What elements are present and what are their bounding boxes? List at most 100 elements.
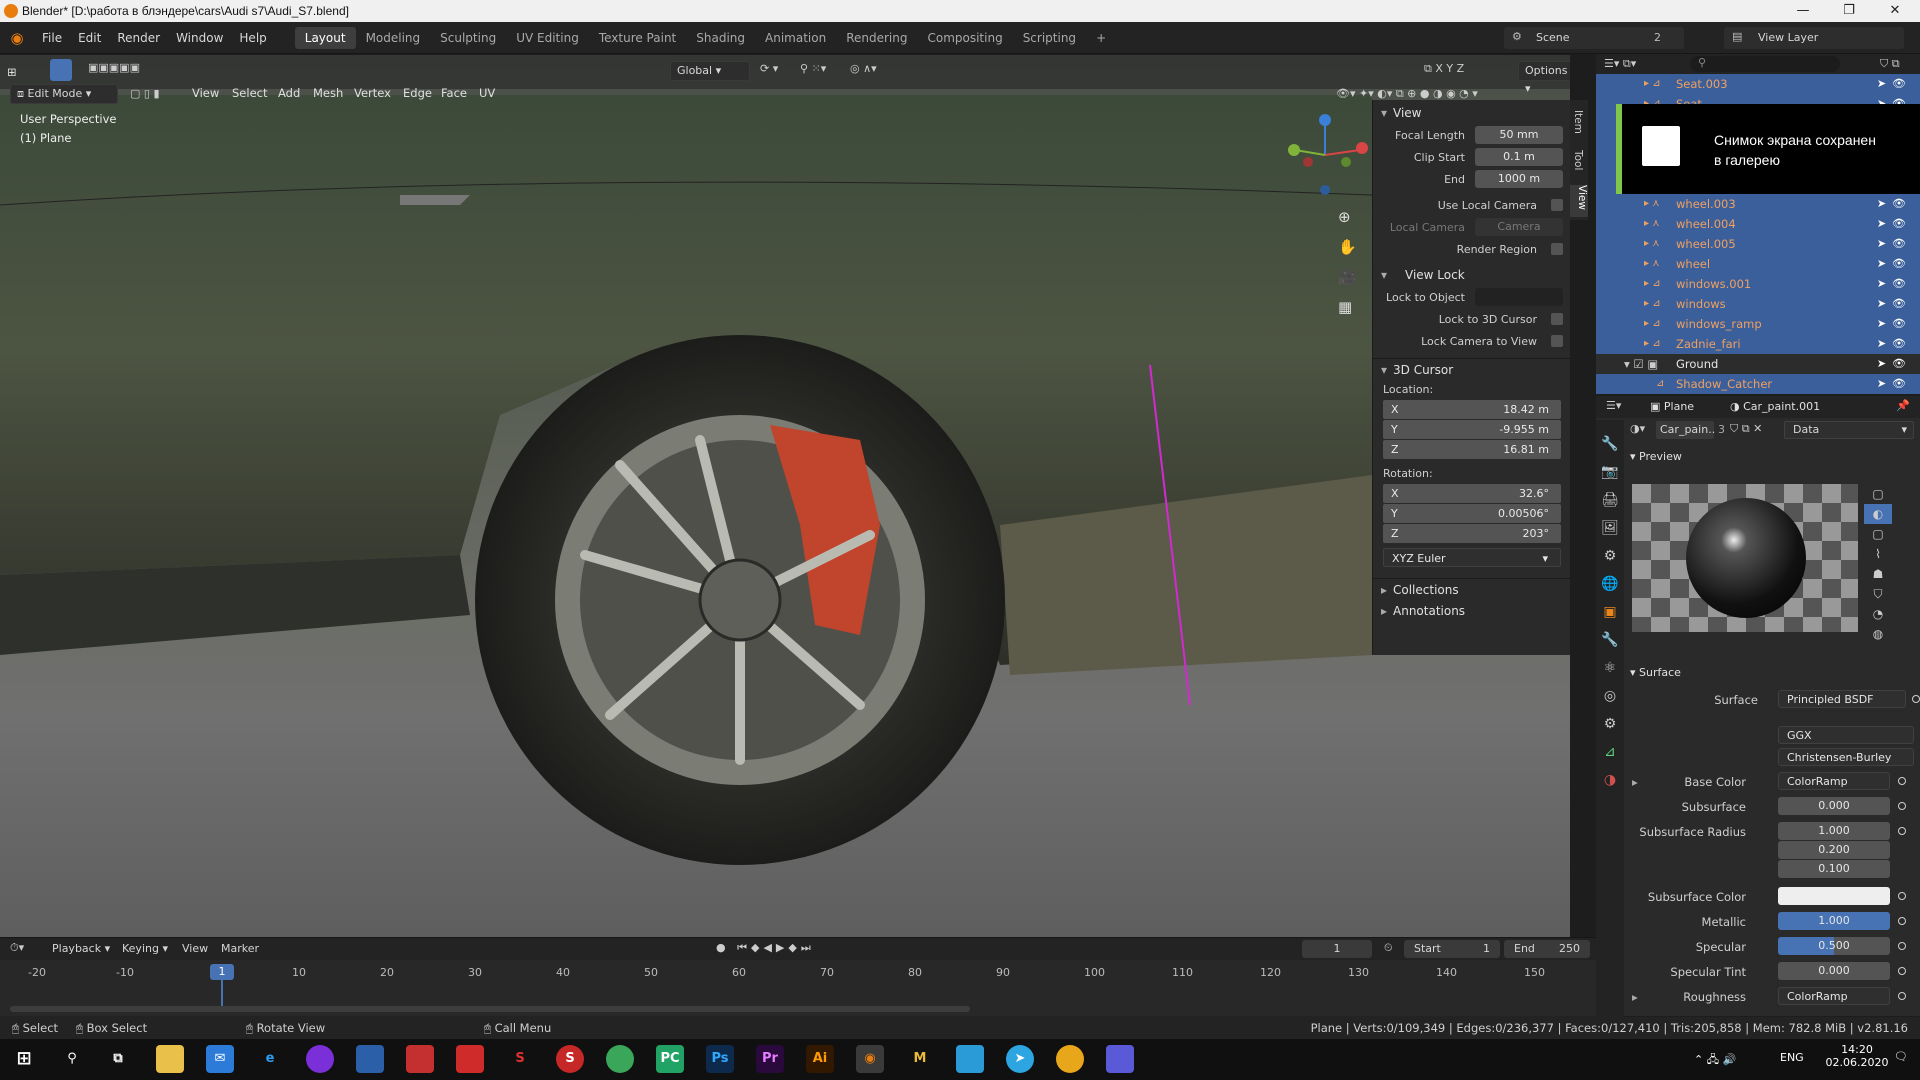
playhead[interactable]: 1 — [210, 964, 234, 980]
telegram-icon[interactable]: ➤ — [1006, 1045, 1034, 1073]
snap-icon[interactable]: ⚲ ⁙▾ — [800, 62, 826, 75]
subsurface-method-dropdown[interactable]: Christensen-Burley — [1778, 748, 1914, 766]
use-local-camera-checkbox[interactable] — [1551, 199, 1563, 211]
specular-value[interactable]: 0.500 — [1778, 937, 1890, 955]
subsurface-radius-socket-icon[interactable] — [1898, 827, 1906, 835]
mode-dropdown[interactable]: ⧈ Edit Mode ▾ — [10, 84, 118, 104]
vp-menu-select[interactable]: Select — [225, 82, 274, 104]
cursor-panel-header[interactable]: 3D Cursor — [1373, 358, 1570, 381]
pycharm-icon[interactable]: PC — [656, 1045, 684, 1073]
outliner-row[interactable]: ▸ ⋏ wheel ➤👁 — [1596, 254, 1920, 274]
menu-file[interactable]: File — [34, 22, 70, 54]
subsurface-radius-z[interactable]: 0.100 — [1778, 860, 1890, 878]
surface-shader-dropdown[interactable]: Principled BSDF — [1778, 690, 1906, 708]
proportional-edit-icon[interactable]: ◎ ∧▾ — [850, 62, 877, 75]
app-blue-icon[interactable] — [956, 1045, 984, 1073]
subsurface-color-swatch[interactable] — [1778, 887, 1890, 905]
edge-icon[interactable]: e — [256, 1045, 284, 1073]
cursor-loc-x[interactable]: X 18.42 m — [1383, 400, 1561, 419]
metallic-value[interactable]: 1.000 — [1778, 912, 1890, 930]
task-view-icon[interactable]: ⧉ — [104, 1045, 132, 1073]
blender-menu-icon[interactable]: ◉ — [0, 29, 34, 47]
outliner-row[interactable]: ▸ ⋏ wheel.003 ➤👁 — [1596, 194, 1920, 214]
menu-render[interactable]: Render — [109, 22, 168, 54]
material-type-icon[interactable]: ◑▾ — [1630, 422, 1645, 435]
roughness-value[interactable]: ColorRamp — [1778, 987, 1890, 1005]
vp-menu-view[interactable]: View — [185, 82, 226, 104]
cursor-loc-y[interactable]: Y -9.955 m — [1383, 420, 1561, 439]
chrome-icon[interactable] — [1056, 1045, 1084, 1073]
cursor-loc-z[interactable]: Z 16.81 m — [1383, 440, 1561, 459]
outliner-collection-ground[interactable]: ▾ ☑ ▣ Ground ➤👁 — [1596, 354, 1920, 374]
orientation-dropdown[interactable]: Global ▾ — [670, 61, 750, 81]
add-workspace-button[interactable]: + — [1086, 27, 1116, 49]
specular-tint-socket-icon[interactable] — [1898, 967, 1906, 975]
tray-icons[interactable]: ⌃ 🖧 🔊 — [1694, 1051, 1736, 1070]
cursor-rot-x[interactable]: X 32.6° — [1383, 484, 1561, 503]
notification-icon[interactable]: 🗨 — [1894, 1050, 1908, 1063]
tab-uv-editing[interactable]: UV Editing — [506, 27, 589, 49]
outliner-row[interactable]: ▸ ⊿ windows.001 ➤👁 — [1596, 274, 1920, 294]
mail-icon[interactable]: ✉ — [206, 1045, 234, 1073]
overlay-shading-icons[interactable]: 👁▾ ✦▾ ◐▾ ⧉ ⊕ ● ◑ ◉ ◔ ▾ — [1336, 87, 1478, 101]
select-modes-icon[interactable]: ▣▣▣▣▣ — [88, 61, 140, 74]
options-dropdown[interactable]: Options ▾ — [1518, 61, 1570, 95]
scene-selector[interactable]: ⚙ Scene 2 — [1504, 27, 1684, 49]
start-frame-field[interactable]: Start 1 — [1404, 940, 1500, 958]
menu-edit[interactable]: Edit — [70, 22, 109, 54]
lock-camera-checkbox[interactable] — [1551, 335, 1563, 347]
clip-start-field[interactable]: 0.1 m — [1475, 148, 1563, 166]
outliner-row[interactable]: ▸ ⊿ windows_ramp ➤👁 — [1596, 314, 1920, 334]
start-icon[interactable]: ⊞ — [10, 1045, 38, 1073]
app-s-icon[interactable]: S — [506, 1045, 534, 1073]
view-lock-header[interactable]: View Lock — [1373, 264, 1570, 286]
properties-tab-icons[interactable]: 🔧 📷 🖨 🖼 ⚙ 🌐 ▣ 🔧 ⚛ ◎ ⚙ ⊿ ◑ — [1596, 420, 1624, 794]
cursor-rot-z[interactable]: Z 203° — [1383, 524, 1561, 543]
timeline-menu-playback[interactable]: Playback ▾ — [52, 942, 110, 955]
tab-view[interactable]: View — [1570, 185, 1588, 217]
tab-scripting[interactable]: Scripting — [1013, 27, 1086, 49]
properties-editor-icon[interactable]: ☰▾ — [1606, 399, 1621, 412]
timeline-menu-view[interactable]: View — [182, 942, 208, 955]
surface-panel-header[interactable]: ▾ Surface — [1630, 666, 1681, 679]
tab-tool[interactable]: Tool — [1572, 150, 1584, 170]
vp-menu-vertex[interactable]: Vertex — [347, 82, 398, 104]
app-shield-icon[interactable] — [356, 1045, 384, 1073]
tab-compositing[interactable]: Compositing — [917, 27, 1012, 49]
link-dropdown[interactable]: Data ▾ — [1784, 421, 1914, 439]
current-frame-field[interactable]: 1 — [1302, 940, 1372, 958]
app-chat-icon[interactable] — [1106, 1045, 1134, 1073]
material-name-field[interactable]: Car_pain.. — [1656, 421, 1715, 439]
end-frame-field[interactable]: End 250 — [1504, 940, 1590, 958]
illustrator-icon[interactable]: Ai — [806, 1045, 834, 1073]
vp-menu-add[interactable]: Add — [271, 82, 307, 104]
local-camera-field[interactable]: Camera — [1475, 218, 1563, 236]
menu-window[interactable]: Window — [168, 22, 231, 54]
subsurface-socket-icon[interactable] — [1898, 802, 1906, 810]
outliner-row[interactable]: ▸ ⋏ wheel.004 ➤👁 — [1596, 214, 1920, 234]
app-m-icon[interactable]: M — [906, 1045, 934, 1073]
cursor-rot-y[interactable]: Y 0.00506° — [1383, 504, 1561, 523]
app-purple-icon[interactable] — [306, 1045, 334, 1073]
timeline-area[interactable]: -20-101102030405060708090100110120130140… — [0, 960, 1596, 1016]
metallic-socket-icon[interactable] — [1898, 917, 1906, 925]
acrobat-icon[interactable] — [406, 1045, 434, 1073]
menu-help[interactable]: Help — [231, 22, 274, 54]
distribution-dropdown[interactable]: GGX — [1778, 726, 1914, 744]
specular-tint-value[interactable]: 0.000 — [1778, 962, 1890, 980]
outliner-row[interactable]: ▸ ⋏ wheel.005 ➤👁 — [1596, 234, 1920, 254]
playback-controls[interactable]: ● ⏮◆◀▶◆⏭ — [716, 941, 815, 955]
tab-modeling[interactable]: Modeling — [356, 27, 431, 49]
outliner-editor-icon[interactable]: ☰▾ ⧉▾ — [1604, 57, 1636, 71]
timeline-menu-marker[interactable]: Marker — [221, 942, 259, 955]
app-green-icon[interactable] — [606, 1045, 634, 1073]
minimize-button[interactable]: — — [1780, 0, 1826, 22]
lock-to-object-field[interactable] — [1475, 288, 1563, 306]
preview-shape-buttons[interactable]: ▢ ◐ ▢ ⌇ ☗ ⛉ ◔ ◍ — [1864, 484, 1892, 644]
outliner-row-shadow-catcher[interactable]: ⊿ Shadow_Catcher ➤👁 — [1596, 374, 1920, 394]
tab-item[interactable]: Item — [1572, 110, 1584, 134]
annotations-panel-header[interactable]: Annotations — [1373, 600, 1570, 622]
close-button[interactable]: ✕ — [1872, 0, 1918, 22]
tab-texture-paint[interactable]: Texture Paint — [589, 27, 686, 49]
viewport-nav-buttons[interactable]: ⊕ ✋ 🎥 ▦ — [1338, 202, 1357, 322]
